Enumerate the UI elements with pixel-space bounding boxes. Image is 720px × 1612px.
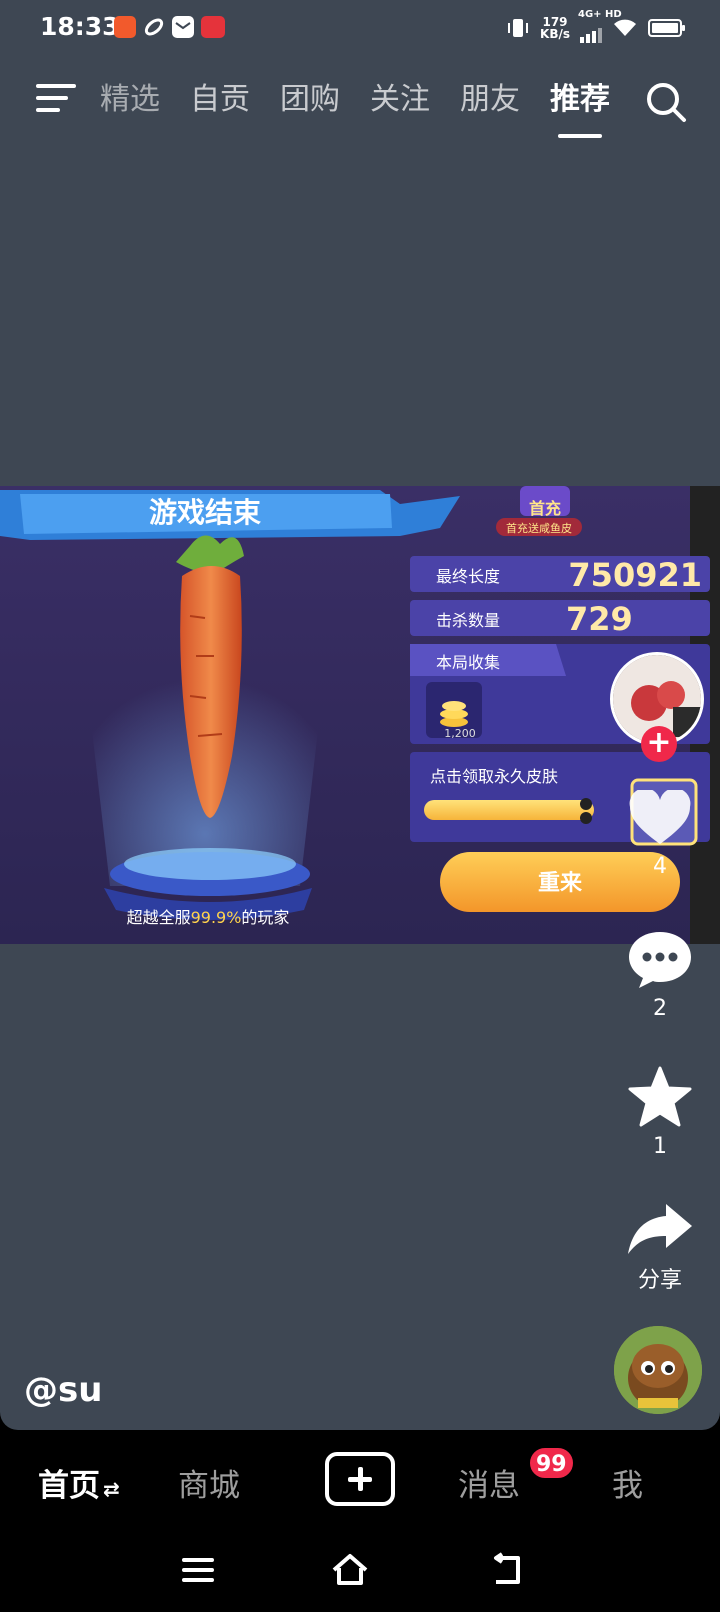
share-button[interactable]: 分享 <box>618 1200 702 1294</box>
tab-following[interactable]: 关注 <box>370 80 430 124</box>
back-icon[interactable] <box>486 1550 526 1590</box>
system-nav-bar <box>0 1530 720 1612</box>
author-name[interactable]: @su <box>24 1370 102 1410</box>
nav-home-label: 首页 <box>38 1468 100 1504</box>
kills-label: 击杀数量 <box>436 611 500 630</box>
collected-label: 本局收集 <box>436 653 500 672</box>
heart-icon <box>629 788 691 844</box>
top-nav: 精选 自贡 团购 关注 朋友 推荐 <box>0 70 720 140</box>
status-indicators: 179 KB/s 4G+ HD <box>506 9 685 43</box>
beat-text-prefix: 超越全服 <box>127 908 191 927</box>
search-icon[interactable] <box>644 80 688 124</box>
share-icon <box>628 1204 692 1254</box>
promo-text: 首充送咸鱼皮 <box>506 521 572 535</box>
bottom-nav: 首页 ⇄ 商城 消息 99 我 <box>0 1430 720 1530</box>
link-app-icon <box>143 16 165 38</box>
banner-title: 游戏结束 <box>149 496 261 529</box>
app-screen: 18:33 179 KB/s 4G+ HD 精选 自贡 团购 关注 朋友 推荐 … <box>0 0 720 1430</box>
tab-friends[interactable]: 朋友 <box>460 80 520 124</box>
coin-amount: 1,200 <box>444 727 476 740</box>
like-count: 4 <box>653 854 667 879</box>
home-icon[interactable] <box>330 1550 370 1590</box>
status-time: 18:33 <box>40 12 120 41</box>
cell-signal-icon: 4G+ HD <box>578 9 622 43</box>
beat-percent: 99.9% <box>191 908 242 927</box>
favorite-button[interactable]: 1 <box>618 1066 702 1159</box>
vibrate-icon <box>508 19 529 37</box>
menu-icon[interactable] <box>36 84 76 116</box>
tab-selected[interactable]: 精选 <box>100 80 160 124</box>
tab-group-buy[interactable]: 团购 <box>280 80 340 124</box>
recent-apps-icon[interactable] <box>178 1550 218 1590</box>
nav-home[interactable]: 首页 ⇄ <box>38 1460 120 1505</box>
tab-recommend[interactable]: 推荐 <box>550 80 610 138</box>
net-speed: 179 KB/s <box>540 16 570 40</box>
network-type: 4G+ HD <box>578 9 622 20</box>
final-length-label: 最终长度 <box>436 567 500 586</box>
music-disc[interactable] <box>614 1326 702 1414</box>
messages-badge: 99 <box>528 1446 575 1480</box>
nav-mall[interactable]: 商城 <box>178 1460 240 1505</box>
follow-button[interactable]: + <box>641 726 677 762</box>
mail-icon <box>172 16 194 38</box>
nav-messages[interactable]: 消息 <box>458 1460 520 1505</box>
beat-text-suffix: 的玩家 <box>241 908 289 927</box>
star-icon <box>628 1066 692 1127</box>
net-speed-unit: KB/s <box>540 27 570 41</box>
create-post-button[interactable] <box>325 1452 395 1506</box>
skin-label: 点击领取永久皮肤 <box>430 767 558 786</box>
kills-value: 729 <box>566 600 633 638</box>
beat-text: 超越全服99.9%的玩家 <box>127 908 290 927</box>
status-bar: 18:33 179 KB/s 4G+ HD <box>0 0 720 56</box>
comment-icon <box>629 932 691 988</box>
shopping-app-icon <box>114 16 136 38</box>
battery-icon <box>648 19 685 37</box>
comment-button[interactable]: 2 <box>618 930 702 1021</box>
comment-count: 2 <box>653 996 667 1021</box>
favorite-count: 1 <box>653 1134 667 1159</box>
refresh-arrows-icon: ⇄ <box>103 1477 120 1501</box>
like-button[interactable]: 4 <box>618 788 702 879</box>
feed-tabs: 精选 自贡 团购 关注 朋友 推荐 <box>100 80 610 138</box>
final-length-value: 750921 <box>568 556 702 594</box>
share-label: 分享 <box>637 1268 682 1293</box>
nav-me[interactable]: 我 <box>612 1460 643 1505</box>
wifi-icon <box>614 19 636 36</box>
promo-badge: 首充 <box>529 499 561 518</box>
retry-label: 重来 <box>538 871 583 896</box>
tab-local[interactable]: 自贡 <box>190 80 250 124</box>
news-app-icon <box>201 16 225 38</box>
